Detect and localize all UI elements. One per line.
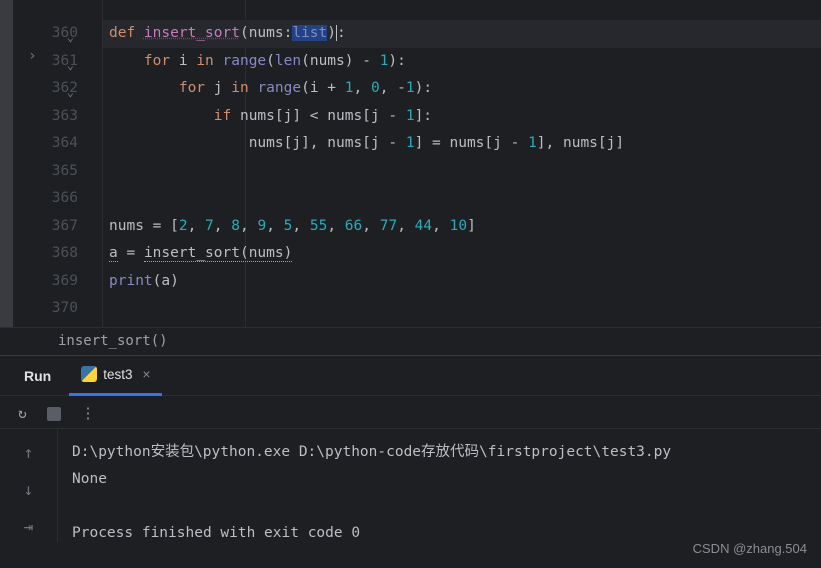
code-line[interactable] [103, 295, 821, 323]
console-output[interactable]: D:\python安装包\python.exe D:\python-code存放… [58, 429, 821, 542]
close-icon[interactable]: × [143, 367, 151, 382]
more-icon[interactable] [81, 406, 96, 422]
run-tool-label[interactable]: Run [0, 368, 69, 384]
left-rail [0, 0, 13, 327]
tab-title: test3 [103, 367, 132, 382]
output-area: ↑ ↓ ⇥ D:\python安装包\python.exe D:\python-… [0, 428, 821, 542]
console-side-toolbar: ↑ ↓ ⇥ [0, 429, 58, 542]
code-line[interactable]: for i in range(len(nums) - 1): [103, 48, 821, 76]
output-line: None [72, 471, 107, 487]
code-line[interactable]: a = insert_sort(nums) [103, 240, 821, 268]
code-line[interactable]: nums = [2, 7, 8, 9, 5, 55, 66, 77, 44, 1… [103, 213, 821, 241]
run-toolbar: ↻ [0, 395, 821, 428]
output-line: D:\python安装包\python.exe D:\python-code存放… [72, 444, 671, 460]
line-number[interactable]: 364 [13, 130, 78, 158]
stop-icon[interactable] [47, 407, 61, 421]
code-line[interactable]: for j in range(i + 1, 0, -1): [103, 75, 821, 103]
code-line[interactable] [103, 158, 821, 186]
line-number[interactable]: 369 [13, 268, 78, 296]
code-line[interactable]: if nums[j] < nums[j - 1]: [103, 103, 821, 131]
up-icon[interactable]: ↑ [24, 443, 34, 462]
run-tabs: Run test3 × [0, 355, 821, 395]
line-number[interactable]: 363 [13, 103, 78, 131]
code-area[interactable]: 1 usage def insert_sort(nums:list): for … [103, 0, 821, 327]
code-line[interactable]: print(a) [103, 268, 821, 296]
line-number[interactable]: 368 [13, 240, 78, 268]
gutter-hint-row [13, 0, 78, 20]
line-number[interactable]: 370 [13, 295, 78, 323]
run-config-tab[interactable]: test3 × [69, 356, 162, 396]
line-number[interactable]: 360⌄ [13, 20, 78, 48]
output-line: Process finished with exit code 0 [72, 525, 360, 541]
gutter: 360⌄361⌄362⌄363364365366367368369370 [13, 0, 103, 327]
rerun-icon[interactable]: ↻ [18, 406, 27, 422]
code-line[interactable]: def insert_sort(nums:list): [103, 20, 821, 48]
run-panel: Run test3 × ↻ ↑ ↓ ⇥ D:\python安装包\python.… [0, 354, 821, 542]
line-number[interactable]: 366 [13, 185, 78, 213]
breadcrumb[interactable]: insert_sort() [0, 327, 821, 354]
editor: › 360⌄361⌄362⌄363364365366367368369370 1… [0, 0, 821, 327]
line-number[interactable]: 367 [13, 213, 78, 241]
line-number[interactable]: 361⌄ [13, 48, 78, 76]
code-line[interactable]: nums[j], nums[j - 1] = nums[j - 1], nums… [103, 130, 821, 158]
expand-chevron-icon[interactable]: › [28, 48, 37, 64]
line-number[interactable]: 365 [13, 158, 78, 186]
line-number[interactable]: 362⌄ [13, 75, 78, 103]
python-icon [81, 366, 97, 382]
soft-wrap-icon[interactable]: ⇥ [24, 517, 34, 536]
code-line[interactable] [103, 185, 821, 213]
usage-hint: 1 usage [103, 0, 821, 20]
watermark: CSDN @zhang.504 [693, 541, 807, 556]
down-icon[interactable]: ↓ [24, 480, 34, 499]
